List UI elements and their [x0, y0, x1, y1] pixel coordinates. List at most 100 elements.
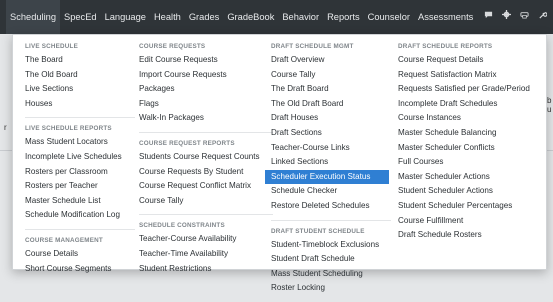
menu-item-master-scheduler-actions[interactable]: Master Scheduler Actions — [398, 170, 546, 185]
menu-item-rosters-per-classroom[interactable]: Rosters per Classroom — [25, 165, 135, 180]
nav-item-language[interactable]: Language — [101, 0, 150, 34]
menu-item-draft-schedule-rosters[interactable]: Draft Schedule Rosters — [398, 228, 546, 243]
menu-item-schedule-modification-log[interactable]: Schedule Modification Log — [25, 208, 135, 223]
wrench-icon[interactable] — [537, 0, 548, 34]
menu-section-draft-schedule-reports: DRAFT SCHEDULE REPORTS Course Request Det… — [398, 41, 546, 243]
menu-item-the-draft-board[interactable]: The Draft Board — [271, 82, 391, 97]
menu-section-header: COURSE MANAGEMENT — [25, 236, 103, 244]
scheduling-dropdown-menu: LIVE SCHEDULE The Board The Old Board Live … — [12, 34, 547, 292]
menu-item-master-scheduler-conflicts[interactable]: Master Scheduler Conflicts — [398, 141, 546, 156]
print-icon[interactable] — [519, 0, 529, 34]
nav-item-health[interactable]: Health — [150, 0, 185, 34]
menu-section-schedule-constraints: SCHEDULE CONSTRAINTS Teacher-Course Avail… — [139, 220, 273, 276]
nav-item-behavior[interactable]: Behavior — [278, 0, 323, 34]
background-text: b — [547, 96, 552, 105]
menu-item-edit-course-requests[interactable]: Edit Course Requests — [139, 53, 273, 68]
menu-section-header: DRAFT SCHEDULE REPORTS — [398, 43, 493, 50]
nav-icons — [483, 0, 548, 34]
menu-divider — [139, 214, 273, 216]
menu-item-student-scheduler-percentages[interactable]: Student Scheduler Percentages — [398, 199, 546, 214]
nav-item-reports[interactable]: Reports — [323, 0, 364, 34]
menu-item-course-requests-by-student[interactable]: Course Requests By Student — [139, 165, 273, 180]
menu-section-draft-schedule-mgmt: DRAFT SCHEDULE MGMT Draft Overview Course … — [265, 41, 391, 214]
menu-section-header: LIVE SCHEDULE REPORTS — [25, 125, 112, 133]
background-text: r — [4, 123, 7, 132]
menu-section-header: COURSE REQUEST REPORTS — [139, 139, 235, 147]
menu-item-student-draft-schedule[interactable]: Student Draft Schedule — [271, 252, 391, 267]
menu-column-4: DRAFT SCHEDULE REPORTS Course Request Det… — [398, 41, 546, 243]
menu-section-header: LIVE SCHEDULE — [25, 43, 78, 50]
menu-item-linked-sections[interactable]: Linked Sections — [271, 155, 391, 170]
menu-item-student-restrictions[interactable]: Student Restrictions — [139, 262, 273, 277]
menu-item-restore-deleted-schedules[interactable]: Restore Deleted Schedules — [271, 199, 391, 214]
menu-item-full-courses[interactable]: Full Courses — [398, 155, 546, 170]
menu-item-draft-sections[interactable]: Draft Sections — [271, 126, 391, 141]
menu-item-scheduler-execution-status[interactable]: Scheduler Execution Status — [265, 169, 389, 185]
menu-section-header: COURSE REQUESTS — [139, 43, 206, 50]
menu-section-header: DRAFT SCHEDULE MGMT — [271, 43, 354, 50]
menu-item-the-old-draft-board[interactable]: The Old Draft Board — [271, 97, 391, 112]
menu-item-the-board[interactable]: The Board — [25, 53, 135, 68]
menu-item-walk-in-packages[interactable]: Walk-In Packages — [139, 111, 273, 126]
nav-item-assessments[interactable]: Assessments — [414, 0, 477, 34]
menu-column-1: LIVE SCHEDULE The Board The Old Board Live … — [25, 41, 135, 276]
menu-item-course-request-details[interactable]: Course Request Details — [398, 53, 546, 68]
menu-divider — [271, 219, 391, 221]
menu-item-rosters-per-teacher[interactable]: Rosters per Teacher — [25, 179, 135, 194]
menu-section-course-request-reports: COURSE REQUEST REPORTS Students Course Re… — [139, 138, 273, 208]
menu-item-short-course-segments[interactable]: Short Course Segments — [25, 262, 135, 277]
menu-column-2: COURSE REQUESTS Edit Course Requests Impor… — [139, 41, 273, 276]
menu-item-course-instances[interactable]: Course Instances — [398, 111, 546, 126]
menu-section-course-management: COURSE MANAGEMENT Course Details Short Cou… — [25, 235, 135, 276]
nav-item-scheduling[interactable]: Scheduling — [6, 0, 61, 34]
menu-item-live-sections[interactable]: Live Sections — [25, 82, 135, 97]
menu-section-live-schedule: LIVE SCHEDULE The Board The Old Board Live … — [25, 41, 135, 111]
menu-item-students-course-request-counts[interactable]: Students Course Request Counts — [139, 150, 273, 165]
menu-section-live-schedule-reports: LIVE SCHEDULE REPORTS Mass Student Locato… — [25, 123, 135, 223]
menu-section-header: SCHEDULE CONSTRAINTS — [139, 222, 225, 230]
menu-item-schedule-checker[interactable]: Schedule Checker — [271, 184, 391, 199]
nav-item-counselor[interactable]: Counselor — [364, 0, 414, 34]
menu-item-packages[interactable]: Packages — [139, 82, 273, 97]
menu-section-header: DRAFT STUDENT SCHEDULE — [271, 227, 365, 235]
menu-item-draft-houses[interactable]: Draft Houses — [271, 111, 391, 126]
nav-item-gradebook[interactable]: GradeBook — [223, 0, 278, 34]
menu-item-mass-student-locators[interactable]: Mass Student Locators — [25, 135, 135, 150]
menu-item-master-schedule-list[interactable]: Master Schedule List — [25, 194, 135, 209]
menu-item-student-scheduler-actions[interactable]: Student Scheduler Actions — [398, 184, 546, 199]
menu-item-teacher-course-availability[interactable]: Teacher-Course Availability — [139, 232, 273, 247]
nav-item-speced[interactable]: SpecEd — [60, 0, 101, 34]
menu-item-student-timeblock-exclusions[interactable]: Student-Timeblock Exclusions — [271, 238, 391, 253]
menu-item-import-course-requests[interactable]: Import Course Requests — [139, 68, 273, 83]
background-text: u — [547, 105, 552, 114]
menu-item-request-satisfaction-matrix[interactable]: Request Satisfaction Matrix — [398, 68, 546, 83]
menu-item-incomplete-draft-schedules[interactable]: Incomplete Draft Schedules — [398, 97, 546, 112]
menu-item-course-request-conflict-matrix[interactable]: Course Request Conflict Matrix — [139, 179, 273, 194]
chat-icon[interactable] — [483, 0, 493, 34]
nav-menu: Scheduling SpecEd Language Health Grades Grad… — [6, 0, 477, 34]
menu-divider — [139, 131, 273, 133]
menu-section-draft-student-schedule: DRAFT STUDENT SCHEDULE Student-Timeblock … — [271, 226, 391, 296]
menu-item-requests-satisfied-per-grade-period[interactable]: Requests Satisfied per Grade/Period — [398, 82, 546, 97]
menu-column-3: DRAFT SCHEDULE MGMT Draft Overview Course … — [265, 41, 391, 296]
menu-item-houses[interactable]: Houses — [25, 97, 135, 112]
menu-section-course-requests: COURSE REQUESTS Edit Course Requests Impor… — [139, 41, 273, 126]
menu-item-teacher-course-links[interactable]: Teacher-Course Links — [271, 141, 391, 156]
menu-divider — [25, 117, 135, 119]
gear-icon[interactable] — [501, 0, 511, 34]
menu-item-master-schedule-balancing[interactable]: Master Schedule Balancing — [398, 126, 546, 141]
top-navbar: Scheduling SpecEd Language Health Grades Grad… — [0, 0, 553, 34]
nav-item-grades[interactable]: Grades — [185, 0, 224, 34]
menu-item-flags[interactable]: Flags — [139, 97, 273, 112]
menu-divider — [25, 228, 135, 230]
menu-item-course-tally[interactable]: Course Tally — [139, 194, 273, 209]
menu-item-teacher-time-availability[interactable]: Teacher-Time Availability — [139, 247, 273, 262]
menu-item-the-old-board[interactable]: The Old Board — [25, 68, 135, 83]
menu-item-incomplete-live-schedules[interactable]: Incomplete Live Schedules — [25, 150, 135, 165]
menu-item-course-tally[interactable]: Course Tally — [271, 68, 391, 83]
menu-item-course-details[interactable]: Course Details — [25, 247, 135, 262]
menu-item-draft-overview[interactable]: Draft Overview — [271, 53, 391, 68]
menu-item-course-fulfillment[interactable]: Course Fulfillment — [398, 214, 546, 229]
menu-item-roster-locking[interactable]: Roster Locking — [271, 281, 391, 296]
menu-item-mass-student-scheduling[interactable]: Mass Student Scheduling — [271, 267, 391, 282]
